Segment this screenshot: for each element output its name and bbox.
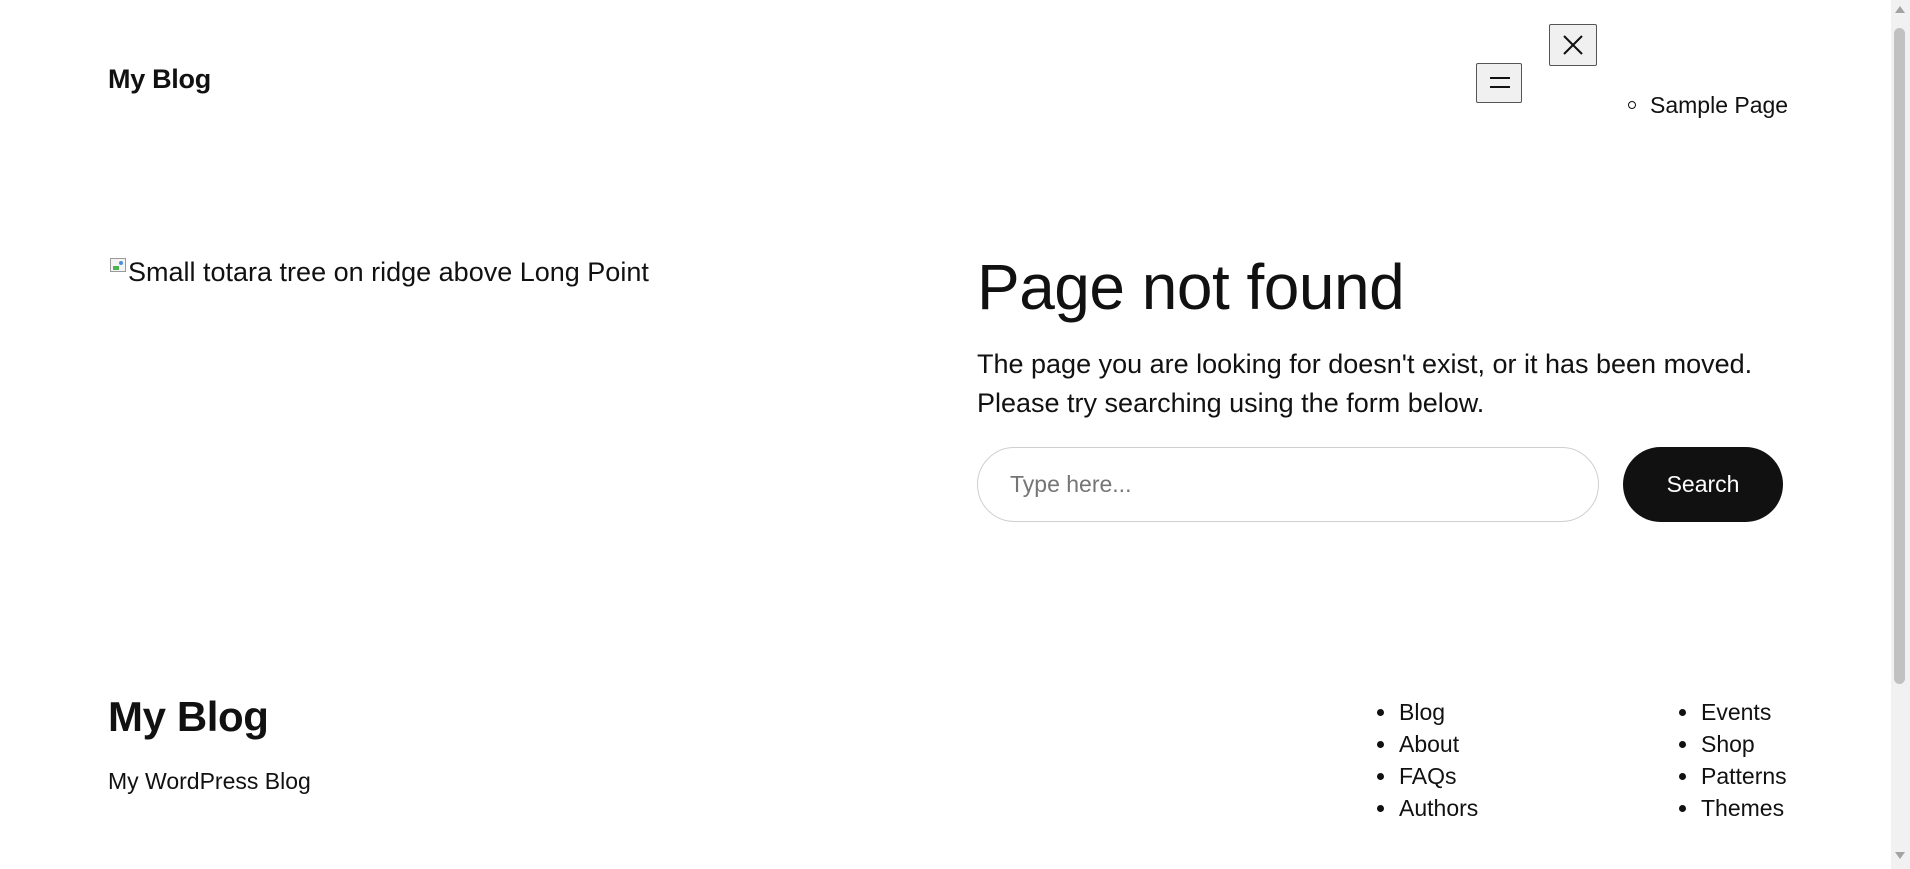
footer-nav-1: Blog About FAQs Authors xyxy=(1377,696,1478,824)
featured-image: Small totara tree on ridge above Long Po… xyxy=(108,255,649,289)
list-bullet xyxy=(1679,741,1686,748)
page-title: Page not found xyxy=(977,251,1405,323)
footer-tagline: My WordPress Blog xyxy=(108,768,311,794)
footer-link-label: Shop xyxy=(1701,731,1755,757)
footer-link-events[interactable]: Events xyxy=(1679,696,1787,728)
nav-item-sample-page[interactable]: Sample Page xyxy=(1628,92,1788,118)
list-bullet xyxy=(1628,101,1636,109)
footer-link-shop[interactable]: Shop xyxy=(1679,728,1787,760)
footer-link-label: Authors xyxy=(1399,795,1479,821)
list-bullet xyxy=(1377,773,1384,780)
menu-open-button[interactable] xyxy=(1476,63,1522,103)
footer-link-label: Events xyxy=(1701,699,1772,725)
broken-image-icon xyxy=(108,256,128,276)
scrollbar-thumb[interactable] xyxy=(1894,28,1905,684)
site-title[interactable]: My Blog xyxy=(108,66,211,93)
list-bullet xyxy=(1377,805,1384,812)
scroll-up-arrow-icon[interactable] xyxy=(1895,6,1905,13)
search-placeholder: Type here... xyxy=(1010,471,1132,497)
footer-link-about[interactable]: About xyxy=(1377,728,1478,760)
list-bullet xyxy=(1377,709,1384,716)
footer-link-authors[interactable]: Authors xyxy=(1377,792,1478,824)
close-icon xyxy=(1563,35,1583,55)
search-button[interactable]: Search xyxy=(1623,447,1783,522)
footer-link-faqs[interactable]: FAQs xyxy=(1377,760,1478,792)
list-bullet xyxy=(1679,773,1686,780)
footer-link-blog[interactable]: Blog xyxy=(1377,696,1478,728)
page-description: The page you are looking for doesn't exi… xyxy=(977,349,1753,418)
image-alt-text: Small totara tree on ridge above Long Po… xyxy=(128,257,649,287)
list-bullet xyxy=(1377,741,1384,748)
footer-link-label: FAQs xyxy=(1399,763,1457,789)
footer-nav-2: Events Shop Patterns Themes xyxy=(1679,696,1787,824)
menu-close-button[interactable] xyxy=(1549,24,1597,66)
footer-link-themes[interactable]: Themes xyxy=(1679,792,1787,824)
nav-item-label: Sample Page xyxy=(1650,92,1789,118)
list-bullet xyxy=(1679,709,1686,716)
footer-site-title[interactable]: My Blog xyxy=(108,696,269,738)
footer-link-label: Blog xyxy=(1399,699,1446,725)
footer-link-label: Patterns xyxy=(1701,763,1787,789)
scroll-down-arrow-icon[interactable] xyxy=(1895,852,1905,859)
footer-link-patterns[interactable]: Patterns xyxy=(1679,760,1787,792)
footer-link-label: About xyxy=(1399,731,1460,757)
search-input[interactable]: Type here... xyxy=(977,447,1599,522)
footer-link-label: Themes xyxy=(1701,795,1785,821)
list-bullet xyxy=(1679,805,1686,812)
